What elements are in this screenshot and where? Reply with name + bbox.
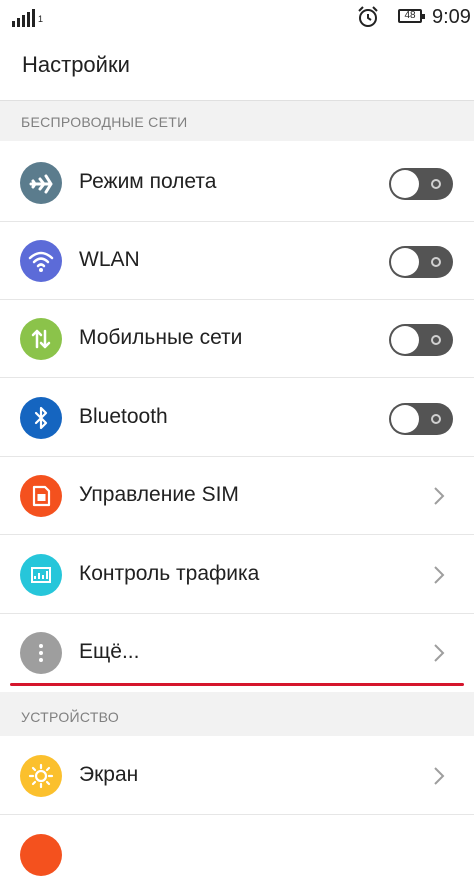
page-title: Настройки — [22, 52, 130, 77]
settings-item-label: Мобильные сети — [79, 326, 243, 349]
settings-item-label: Контроль трафика — [79, 562, 260, 585]
section-header-device: УСТРОЙСТВО — [0, 692, 474, 736]
alarm-icon — [358, 6, 378, 27]
settings-item-bluetooth[interactable]: Bluetooth — [0, 379, 474, 457]
battery-icon: 48 — [398, 9, 425, 23]
chevron-right-icon — [434, 566, 445, 584]
chevron-right-icon — [434, 644, 445, 662]
settings-item-label: Режим полета — [79, 170, 217, 193]
settings-item-mobile-networks[interactable]: Мобильные сети — [0, 300, 474, 378]
chevron-right-icon — [434, 767, 445, 785]
settings-item-label: Экран — [79, 763, 139, 786]
airplane-mode-toggle[interactable] — [389, 168, 453, 200]
settings-item-label: Управление SIM — [79, 483, 239, 506]
bluetooth-icon — [20, 397, 62, 439]
more-icon — [20, 632, 62, 674]
traffic-chart-icon — [20, 554, 62, 596]
mobile-networks-toggle[interactable] — [389, 324, 453, 356]
section-header-wireless: БЕСПРОВОДНЫЕ СЕТИ — [0, 101, 474, 141]
wlan-toggle[interactable] — [389, 246, 453, 278]
wifi-icon — [20, 240, 62, 282]
chevron-right-icon — [434, 487, 445, 505]
settings-item-partial[interactable] — [0, 816, 474, 876]
section-title: БЕСПРОВОДНЫЕ СЕТИ — [21, 114, 188, 130]
mobile-data-icon — [20, 318, 62, 360]
battery-level: 48 — [404, 10, 416, 21]
partial-icon — [20, 834, 62, 876]
sim-card-icon — [20, 475, 62, 517]
airplane-icon — [20, 162, 62, 204]
section-title: УСТРОЙСТВО — [21, 709, 120, 725]
bluetooth-toggle[interactable] — [389, 403, 453, 435]
settings-item-wlan[interactable]: WLAN — [0, 222, 474, 300]
settings-item-more[interactable]: Ещё... — [0, 614, 474, 692]
settings-item-label: Ещё... — [79, 640, 140, 663]
brightness-icon — [20, 755, 62, 797]
settings-item-label: WLAN — [79, 248, 140, 271]
settings-item-screen[interactable]: Экран — [0, 737, 474, 815]
status-bar: 1 48 9:09 — [0, 0, 474, 36]
sim-number: 1 — [38, 14, 44, 24]
settings-item-traffic-control[interactable]: Контроль трафика — [0, 536, 474, 614]
settings-item-sim-management[interactable]: Управление SIM — [0, 457, 474, 535]
highlight-underline — [10, 683, 464, 686]
settings-item-airplane-mode[interactable]: Режим полета — [0, 144, 474, 222]
settings-item-label: Bluetooth — [79, 405, 168, 428]
clock: 9:09 — [432, 6, 471, 28]
